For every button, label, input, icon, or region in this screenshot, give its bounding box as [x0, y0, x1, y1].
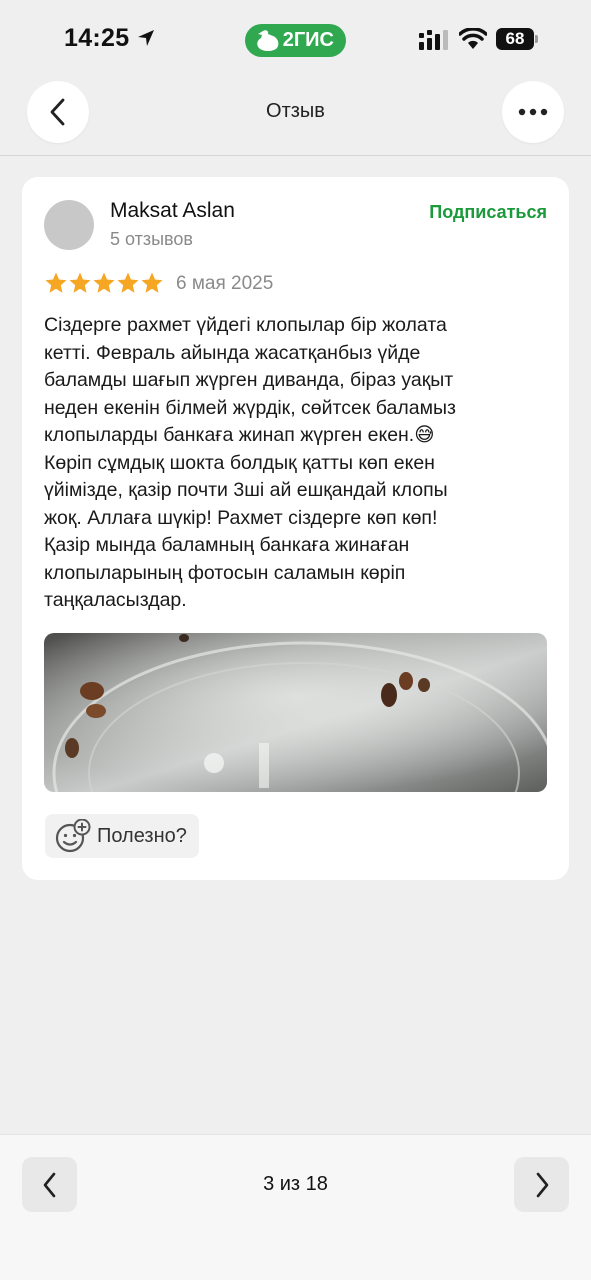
more-dots-icon	[518, 108, 548, 116]
battery-nub	[535, 35, 538, 43]
top-navigation: Отзыв	[0, 80, 591, 156]
star-rating	[44, 271, 164, 295]
author-review-count: 5 отзывов	[110, 229, 193, 249]
avatar[interactable]	[44, 200, 94, 250]
status-time: 14:25	[64, 24, 130, 52]
helpful-button[interactable]: Полезно?	[45, 814, 199, 858]
helpful-label: Полезно?	[97, 824, 187, 847]
cellular-signal-icon	[419, 30, 448, 50]
star-icon	[93, 272, 115, 293]
more-options-button[interactable]	[502, 81, 564, 143]
app-badge-label: 2ГИС	[282, 29, 334, 51]
subscribe-button[interactable]: Подписаться	[429, 202, 547, 223]
review-date: 6 мая 2025	[176, 273, 274, 294]
app-badge[interactable]: 2ГИС	[245, 24, 346, 57]
next-review-button[interactable]	[514, 1157, 569, 1212]
review-text: Сіздерге рахмет үйдегі клопылар бір жола…	[44, 314, 456, 611]
smile-plus-icon	[55, 819, 91, 853]
location-arrow-icon	[138, 30, 154, 46]
chevron-right-icon	[536, 1172, 548, 1197]
star-icon	[69, 272, 91, 293]
photo-thumbnail	[44, 633, 547, 792]
2gis-logo-icon	[257, 30, 279, 51]
star-icon	[45, 272, 67, 293]
review-card: Maksat Aslan 5 отзывов Подписаться 6 мая…	[22, 177, 569, 880]
battery-indicator: 68	[496, 28, 538, 50]
status-bar: 14:25 2ГИС 68	[0, 0, 591, 80]
wifi-icon	[459, 28, 487, 49]
review-photo[interactable]	[44, 633, 547, 792]
page-indicator: 3 из 18	[263, 1173, 328, 1195]
star-icon	[117, 272, 139, 293]
battery-level: 68	[496, 28, 534, 50]
bottom-pager: 3 из 18	[0, 1134, 591, 1280]
star-icon	[141, 272, 163, 293]
author-name[interactable]: Maksat Aslan	[110, 199, 235, 223]
